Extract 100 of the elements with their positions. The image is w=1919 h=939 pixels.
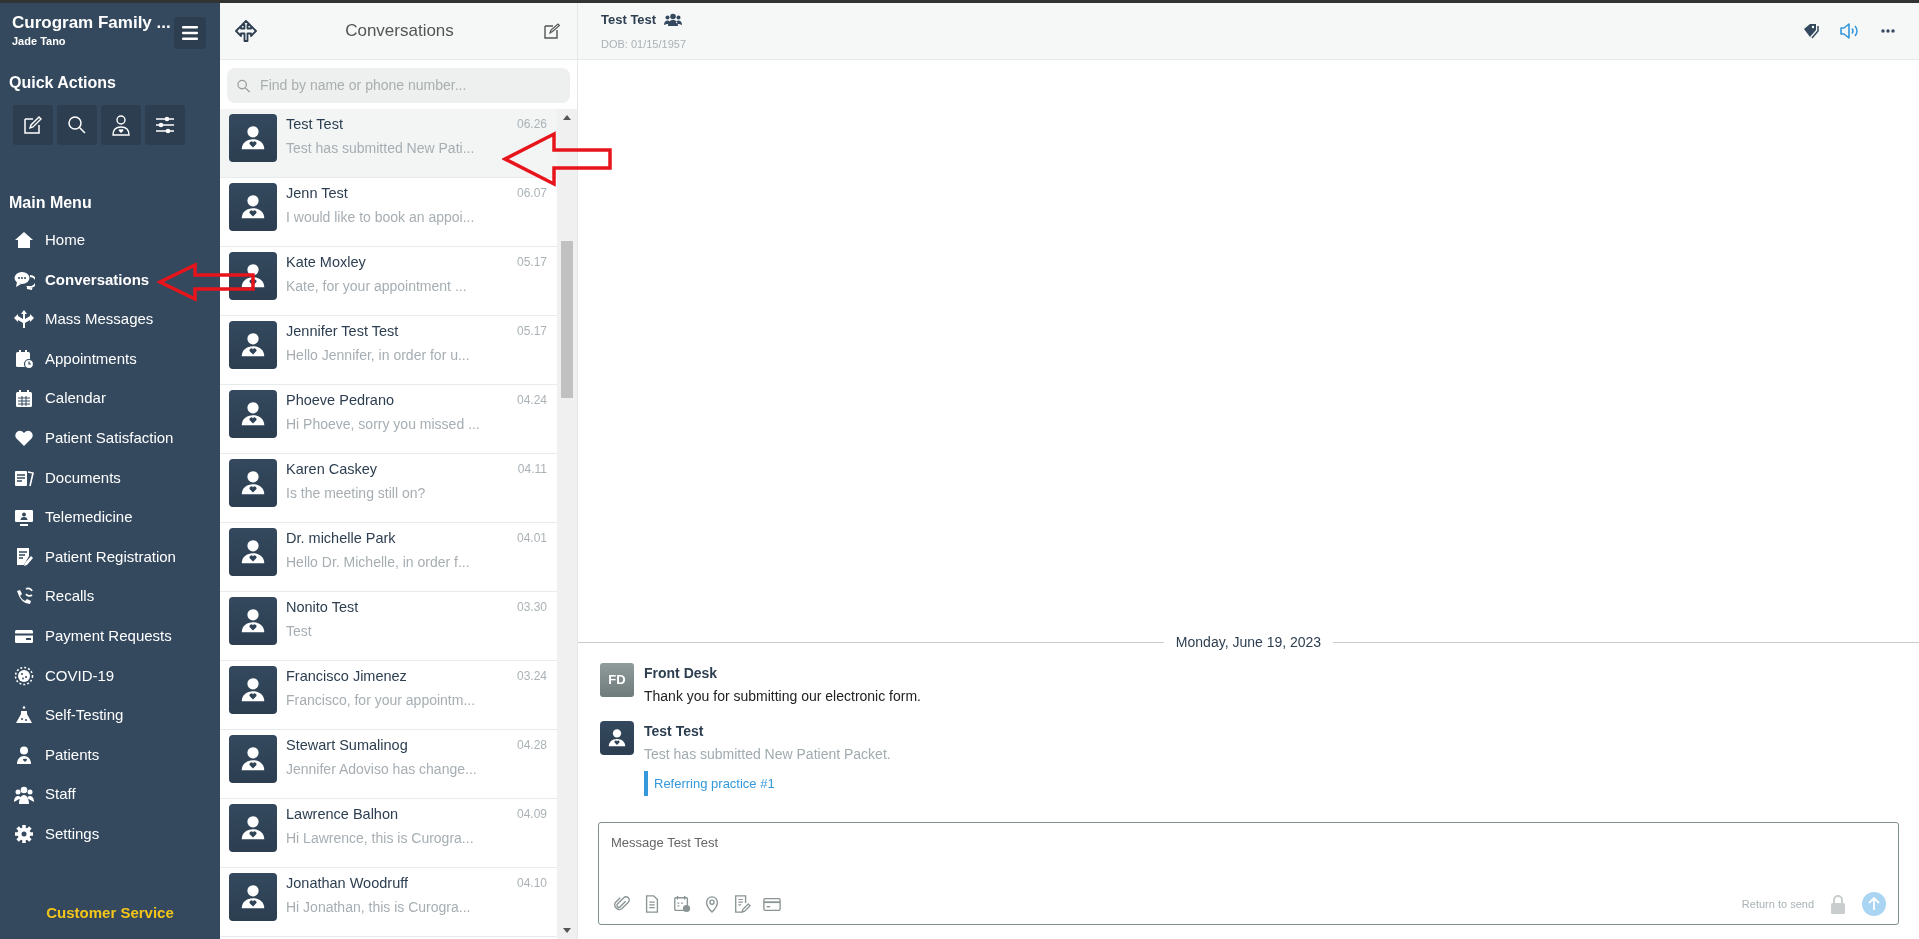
calendar-clock-button[interactable] (671, 893, 693, 915)
menu-item[interactable]: Payment Requests (0, 616, 220, 657)
avatar-icon (229, 804, 277, 852)
conversation-item[interactable]: Dr. michelle Park Hello Dr. Michelle, in order f... 04.01 (220, 523, 557, 592)
virus-icon (13, 665, 35, 686)
menu-item[interactable]: Recalls (0, 576, 220, 617)
menu-item[interactable]: Appointments (0, 339, 220, 379)
sound-button[interactable] (1839, 20, 1861, 42)
tags-icon (1803, 23, 1821, 39)
avatar-icon (229, 321, 277, 369)
form-pen-icon (733, 895, 751, 913)
compose-icon (22, 113, 44, 136)
menu-item[interactable]: Documents (0, 458, 220, 498)
avatar-icon (229, 390, 277, 438)
return-to-send-hint: Return to send (1741, 896, 1814, 912)
message-preview: Hello Jennifer, in order for u... (286, 345, 470, 365)
calendar-clock-icon (673, 895, 691, 913)
menu-item[interactable]: Self-Testing (0, 695, 220, 736)
message-text: Thank you for submitting our electronic form. (644, 686, 921, 706)
message-preview: I would like to book an appoi... (286, 207, 475, 227)
conversation-item[interactable]: Lawrence Balhon Hi Lawrence, this is Curogra... 04.09 (220, 799, 557, 868)
menu-item[interactable]: COVID-19 (0, 656, 220, 696)
conversation-item[interactable]: Stewart Sumalinog Jennifer Adoviso has change... 04.28 (220, 730, 557, 799)
flask-icon (13, 705, 35, 726)
scroll-up-icon[interactable] (563, 115, 571, 120)
menu-item[interactable]: Conversations (0, 260, 220, 300)
speaker-icon (1840, 23, 1860, 39)
menu-item[interactable]: Telemedicine (0, 497, 220, 538)
compose-button[interactable] (13, 104, 53, 145)
menu-item[interactable]: Staff (0, 774, 220, 815)
conversation-item[interactable]: Jennifer Test Test Hello Jennifer, in order for u... 05.17 (220, 316, 557, 385)
contact-name: Test Test (286, 115, 344, 134)
message-preview: Francisco, for your appointm... (286, 690, 476, 710)
home-icon (13, 230, 35, 251)
menu-item[interactable]: Patients (0, 735, 220, 775)
menu-item[interactable]: Mass Messages (0, 299, 220, 340)
conversation-item[interactable]: Jenn Test I would like to book an appoi... 06.07 (220, 178, 557, 247)
contact-name: Jonathan Woodruff (286, 874, 409, 893)
message-text: Test has submitted New Patient Packet. (644, 744, 891, 764)
patient-name: Test Test (601, 11, 657, 29)
conversation-item[interactable]: Nonito Test Test 03.30 (220, 592, 557, 661)
group-icon (664, 13, 683, 27)
contact-name: Francisco Jimenez (286, 667, 408, 686)
menu-icon (182, 26, 198, 40)
message-preview: Is the meeting still on? (286, 483, 426, 503)
location-pin-icon (703, 895, 721, 913)
customer-service-link[interactable]: Customer Service (46, 904, 174, 921)
sender-name: Front Desk (644, 663, 719, 683)
arrow-up-icon (1868, 897, 1880, 911)
avatar-icon (229, 873, 277, 921)
conversation-item[interactable]: Kate Moxley Kate, for your appointment ... 05.17 (220, 247, 557, 316)
person-heart-icon (110, 113, 132, 136)
menu-item[interactable]: Home (0, 220, 220, 261)
section-title: Quick Actions (8, 72, 117, 93)
sliders-button[interactable] (145, 104, 185, 145)
contact-name: Stewart Sumalinog (286, 736, 409, 755)
calendar-icon (13, 388, 35, 409)
credit-card-icon (763, 895, 781, 913)
conversation-item[interactable]: Francisco Jimenez Francisco, for your appointm... 03.24 (220, 661, 557, 730)
avatar-icon (229, 114, 277, 162)
group-icon (13, 784, 35, 805)
message-preview: Kate, for your appointment ... (286, 276, 467, 296)
date-divider: Monday, June 19, 2023 (1175, 632, 1322, 652)
message-preview: Test (286, 621, 313, 641)
message-time: 06.26 (516, 116, 547, 133)
avatar-icon (229, 528, 277, 576)
conversation-item[interactable]: Jonathan Woodruff Hi Jonathan, this is Curogra... 04.10 (220, 868, 557, 937)
message-time: 05.17 (516, 323, 547, 340)
search-button[interactable] (57, 104, 97, 145)
menu-item[interactable]: Calendar (0, 378, 220, 419)
menu-button[interactable] (174, 17, 206, 49)
message-time: 03.24 (516, 668, 547, 685)
message-time: 06.07 (516, 185, 547, 202)
message-preview: Test has submitted New Pati... (286, 138, 475, 158)
message-time: 04.10 (516, 875, 547, 892)
person-heart-button[interactable] (101, 104, 141, 145)
scrollbar[interactable] (557, 109, 577, 939)
message-time: 04.01 (516, 530, 547, 547)
menu-item[interactable]: Patient Satisfaction (0, 418, 220, 459)
conversation-item[interactable]: Karen Caskey Is the meeting still on? 04.11 (220, 454, 557, 523)
user-name: Jade Tano (12, 34, 67, 49)
menu-item[interactable]: Settings (0, 814, 220, 854)
contact-name: Jenn Test (286, 184, 349, 203)
heart-icon (13, 428, 35, 449)
contact-name: Lawrence Balhon (286, 805, 400, 824)
message-preview: Jennifer Adoviso has change... (286, 759, 477, 779)
menu-item[interactable]: Patient Registration (0, 537, 220, 577)
compose-icon (544, 23, 560, 39)
conversation-item[interactable]: Phoeve Pedrano Hi Phoeve, sorry you missed ... 04.24 (220, 385, 557, 454)
avatar-icon (229, 459, 277, 507)
scrollbar-thumb[interactable] (561, 241, 573, 398)
avatar-icon (229, 183, 277, 231)
arrows-icon[interactable] (234, 19, 258, 43)
conversation-item[interactable]: Test Test Test has submitted New Pati... 06.26 (220, 109, 557, 178)
scroll-down-icon[interactable] (563, 928, 571, 933)
search-bar[interactable]: Find by name or phone number... (227, 68, 570, 103)
section-title: Main Menu (8, 192, 93, 213)
contact-name: Kate Moxley (286, 253, 367, 272)
search-field[interactable]: Find by name or phone number... (258, 74, 560, 97)
message-time: 04.09 (516, 806, 547, 823)
